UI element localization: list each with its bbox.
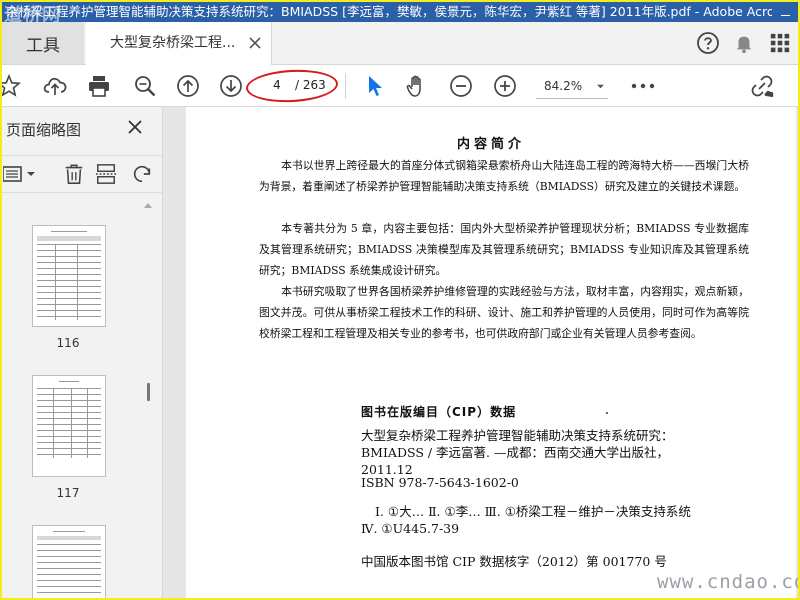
cip-entry: 大型复杂桥梁工程养护管理智能辅助决策支持系统研究：BMIADSS / 李远富著.… bbox=[361, 428, 674, 477]
apps-grid-icon bbox=[770, 33, 790, 53]
rotate-pages-button[interactable] bbox=[130, 162, 154, 186]
cip-number: 中国版本图书馆 CIP 数据核字（2012）第 001770 号 bbox=[361, 554, 667, 569]
chevron-down-icon bbox=[597, 84, 604, 89]
cloud-upload-icon bbox=[43, 77, 67, 95]
close-panel-icon[interactable] bbox=[126, 118, 144, 136]
zoom-level-value: 84.2% bbox=[544, 79, 583, 93]
close-tab-icon[interactable] bbox=[247, 35, 263, 51]
toolbar-divider bbox=[345, 73, 346, 99]
cip-classification: Ⅰ. ①大… Ⅱ. ①李… Ⅲ. ①桥梁工程－维护－决策支持系统 Ⅳ. ①U44… bbox=[361, 504, 691, 536]
zoom-out-button[interactable] bbox=[448, 73, 474, 99]
panel-toolbar bbox=[2, 155, 162, 193]
thumbnail-options-menu[interactable] bbox=[2, 162, 38, 186]
print-icon bbox=[89, 76, 109, 97]
next-page-button[interactable] bbox=[218, 73, 244, 99]
search-zoom-out-icon bbox=[135, 76, 156, 97]
rotate-icon bbox=[133, 165, 151, 183]
select-tool-button[interactable] bbox=[362, 73, 388, 99]
extract-pages-button[interactable] bbox=[94, 162, 118, 186]
scroll-up-icon[interactable] bbox=[144, 203, 152, 208]
main-toolbar: 4 / 263 84.2% bbox=[2, 65, 798, 107]
thumbnails-scrollbar[interactable] bbox=[143, 203, 155, 595]
arrow-down-circle-icon bbox=[220, 75, 242, 97]
tab-bar: 工具 大型复杂桥梁工程... bbox=[2, 22, 798, 65]
screenshot-frame: 杂桥梁工程养护管理智能辅助决策支持系统研究：BMIADSS [李远富，樊敏，侯景… bbox=[0, 0, 800, 600]
notifications-button[interactable] bbox=[726, 22, 762, 64]
hand-icon bbox=[406, 75, 421, 97]
intro-paragraph-2: 本专著共分为 5 章，内容主要包括：国内外大型桥梁养护管理现状分析；BMIADS… bbox=[259, 222, 749, 277]
trash-icon bbox=[65, 164, 83, 184]
document-viewer: 内容简介 本书以世界上跨径最大的首座分体式钢箱梁悬索桥舟山大陆连岛工程的跨海特大… bbox=[163, 107, 798, 598]
pdf-page: 内容简介 本书以世界上跨径最大的首座分体式钢箱梁悬索桥舟山大陆连岛工程的跨海特大… bbox=[186, 107, 796, 598]
site-watermark-bottom: www.cndao.com bbox=[657, 571, 798, 593]
bell-icon bbox=[736, 36, 752, 54]
intro-paragraph-1: 本书以世界上跨径最大的首座分体式钢箱梁悬索桥舟山大陆连岛工程的跨海特大桥——西堠… bbox=[259, 159, 749, 193]
zoom-level-select[interactable]: 84.2% bbox=[536, 74, 608, 99]
previous-page-button[interactable] bbox=[175, 73, 201, 99]
page-thumbnail[interactable] bbox=[32, 375, 106, 477]
bookmark-star-button[interactable] bbox=[2, 73, 22, 99]
help-icon bbox=[697, 32, 719, 54]
page-heading: 内容简介 bbox=[456, 137, 525, 152]
link-cloud-icon bbox=[751, 75, 774, 97]
tab-tools[interactable]: 工具 bbox=[2, 22, 84, 64]
minus-circle-icon bbox=[450, 75, 472, 97]
upload-button[interactable] bbox=[42, 73, 68, 99]
site-watermark: 道桥网 bbox=[4, 5, 61, 23]
window-title-bar: 杂桥梁工程养护管理智能辅助决策支持系统研究：BMIADSS [李远富，樊敏，侯景… bbox=[2, 2, 798, 22]
help-button[interactable] bbox=[690, 22, 726, 64]
tab-document[interactable]: 大型复杂桥梁工程... bbox=[86, 22, 272, 65]
thumbnail-page-number: 117 bbox=[56, 486, 80, 500]
share-link-button[interactable] bbox=[750, 73, 776, 99]
zoom-in-button[interactable] bbox=[492, 73, 518, 99]
intro-paragraph-3: 本书研究吸取了世界各国桥梁养护维修管理的实践经验与方法，取材丰富，内容翔实，观点… bbox=[259, 285, 749, 340]
page-thumbnails-panel: 页面缩略图 116 117 bbox=[2, 107, 163, 598]
more-horizontal-icon bbox=[631, 83, 655, 89]
plus-circle-icon bbox=[494, 75, 516, 97]
thumbnail-page-number: 116 bbox=[56, 336, 80, 350]
cip-heading: 图书在版编目（CIP）数据 bbox=[361, 405, 517, 419]
arrow-up-circle-icon bbox=[177, 75, 199, 97]
tab-document-label: 大型复杂桥梁工程... bbox=[110, 35, 236, 51]
cip-isbn: ISBN 978-7-5643-1602-0 bbox=[361, 475, 519, 490]
page-thumbnail[interactable] bbox=[32, 525, 106, 598]
cursor-arrow-icon bbox=[369, 76, 382, 96]
page-split-icon bbox=[95, 164, 117, 184]
more-tools-button[interactable] bbox=[630, 73, 656, 99]
window-title: 杂桥梁工程养护管理智能辅助决策支持系统研究：BMIADSS [李远富，樊敏，侯景… bbox=[6, 4, 795, 19]
apps-button[interactable] bbox=[762, 22, 798, 64]
print-button[interactable] bbox=[86, 73, 112, 99]
scrollbar-thumb[interactable] bbox=[147, 383, 150, 401]
zoom-search-button[interactable] bbox=[132, 73, 158, 99]
panel-title: 页面缩略图 bbox=[6, 121, 82, 139]
list-options-icon bbox=[3, 166, 35, 182]
delete-pages-button[interactable] bbox=[62, 162, 86, 186]
star-icon bbox=[2, 74, 21, 97]
minimize-button[interactable] bbox=[772, 2, 798, 22]
page-thumbnail[interactable] bbox=[32, 225, 106, 327]
hand-tool-button[interactable] bbox=[404, 73, 430, 99]
